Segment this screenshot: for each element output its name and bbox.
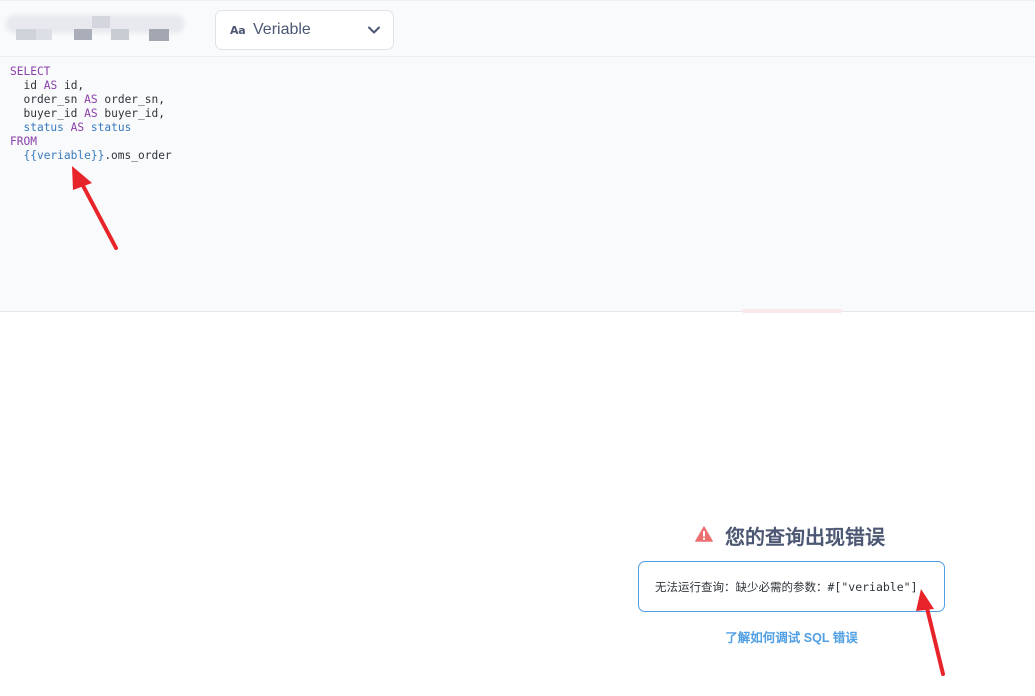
sql-keyword-as: AS [70,121,85,134]
variable-selector[interactable]: Aa Veriable [215,10,394,50]
sql-editor[interactable]: SELECT id AS id, order_sn AS order_sn, b… [0,57,1035,313]
sql-keyword-select: SELECT [10,65,51,78]
warning-icon [695,526,715,544]
error-message: 无法运行查询：缺少必需的参数：#["veriable"] [655,579,918,594]
sql-alias: buyer_id, [104,107,165,120]
sql-keyword-as: AS [43,79,58,92]
sql-keyword-as: AS [84,107,98,120]
sql-table: .oms_order [104,149,172,162]
debug-sql-help-link[interactable]: 了解如何调试 SQL 错误 [638,627,945,646]
variable-name: Veriable [253,21,311,38]
sql-column: buyer_id [23,107,78,120]
sql-code[interactable]: SELECT id AS id, order_sn AS order_sn, b… [10,65,172,163]
sql-alias: status [90,121,132,134]
blurred-title [6,13,190,43]
sql-keyword-as: AS [84,93,98,106]
template-variable: {{veriable}} [23,149,105,162]
sql-keyword-from: FROM [10,135,37,148]
error-title: 您的查询出现错误 [695,521,885,549]
query-editor-app: Aa Veriable SELECT id AS id, order_sn AS… [0,0,1035,696]
sql-alias: id, [63,79,85,92]
query-header: Aa Veriable [0,0,1035,57]
sql-alias: order_sn, [104,93,165,106]
chevron-down-icon [367,23,381,37]
error-heading: 您的查询出现错误 [725,526,885,549]
error-message-box: 无法运行查询：缺少必需的参数：#["veriable"] [638,561,945,612]
text-type-icon: Aa [230,23,246,37]
sql-column: status [23,121,64,134]
sql-column: id [23,79,37,92]
editor-resize-handle[interactable] [742,309,842,313]
sql-column: order_sn [23,93,78,106]
